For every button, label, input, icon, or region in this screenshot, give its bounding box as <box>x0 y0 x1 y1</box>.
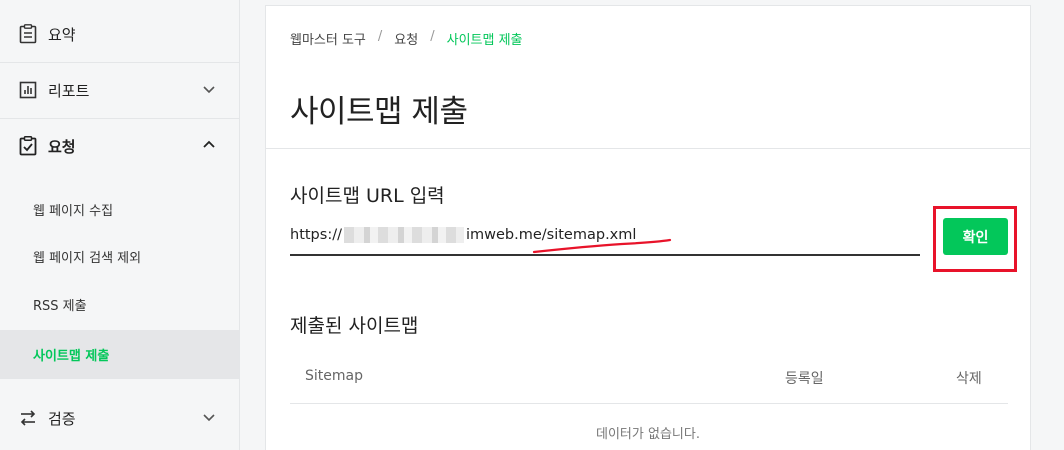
breadcrumb-item-current: 사이트맵 제출 <box>446 33 523 48</box>
url-prefix: https:// <box>290 227 342 243</box>
sidebar-item-label: 리포트 <box>48 81 90 100</box>
redacted-domain <box>343 227 464 243</box>
sidebar-divider <box>0 378 239 379</box>
sidebar-subitem-sitemap-submit[interactable]: 사이트맵 제출 <box>0 330 239 378</box>
sidebar: 요약 리포트 요청 웹 페이지 수집 웹 페이지 검색 제외 RSS 제출 사이… <box>0 0 240 450</box>
empty-table-message: 데이터가 없습니다. <box>596 427 700 442</box>
breadcrumb-item-request[interactable]: 요청 <box>394 29 418 48</box>
column-header-sitemap: Sitemap <box>305 368 363 384</box>
sidebar-subitem-page-crawl[interactable]: 웹 페이지 수집 <box>0 185 239 233</box>
sidebar-item-request[interactable]: 요청 <box>0 118 239 174</box>
sidebar-subitem-rss-submit[interactable]: RSS 제출 <box>0 280 239 328</box>
sidebar-item-report[interactable]: 리포트 <box>0 62 239 118</box>
confirm-button[interactable]: 확인 <box>943 218 1008 255</box>
swap-arrows-icon <box>18 408 38 428</box>
sidebar-item-label: 요약 <box>48 25 76 44</box>
annotation-underline <box>532 238 672 254</box>
chevron-down-icon <box>201 409 217 425</box>
table-divider <box>290 403 1008 404</box>
bar-chart-icon <box>18 80 38 100</box>
chevron-up-icon <box>201 137 217 153</box>
breadcrumb-separator: / <box>377 29 383 44</box>
sidebar-item-summary[interactable]: 요약 <box>0 6 239 62</box>
sidebar-item-label: 요청 <box>48 137 76 156</box>
column-header-delete: 삭제 <box>956 371 982 387</box>
submitted-sitemaps-title: 제출된 사이트맵 <box>290 315 419 337</box>
column-header-registered-date: 등록일 <box>785 371 824 387</box>
sidebar-subitem-search-exclusion[interactable]: 웹 페이지 검색 제외 <box>0 232 239 280</box>
main-card: 웹마스터 도구 / 요청 / 사이트맵 제출 사이트맵 제출 사이트맵 URL … <box>265 5 1031 450</box>
breadcrumb-separator: / <box>430 29 435 44</box>
sidebar-item-verify[interactable]: 검증 <box>0 390 239 446</box>
clipboard-check-icon <box>18 136 38 156</box>
clipboard-icon <box>18 24 38 44</box>
section-divider <box>266 148 1030 149</box>
page-title: 사이트맵 제출 <box>290 94 468 130</box>
sidebar-item-label: 검증 <box>48 409 76 428</box>
breadcrumb: 웹마스터 도구 / 요청 / 사이트맵 제출 <box>290 29 523 48</box>
sitemap-url-label: 사이트맵 URL 입력 <box>290 185 445 207</box>
chevron-down-icon <box>201 81 217 97</box>
breadcrumb-item-webmaster[interactable]: 웹마스터 도구 <box>290 29 366 48</box>
